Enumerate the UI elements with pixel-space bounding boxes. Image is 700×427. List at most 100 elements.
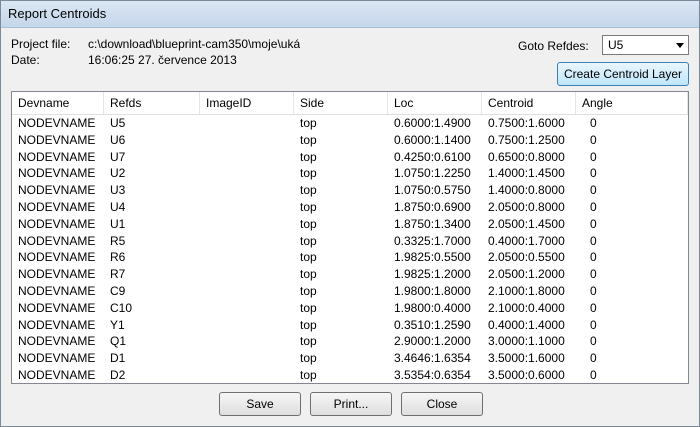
cell-loc: 0.6000:1.1400	[394, 132, 471, 147]
report-centroids-window: Report Centroids Project file: c:\downlo…	[0, 0, 700, 427]
project-file-value: c:\download\blueprint-cam350\moje\ukáz	[88, 37, 300, 51]
cell-centroid: 3.5000:1.6000	[488, 351, 565, 366]
cell-refds: U1	[110, 216, 126, 231]
cell-imageid	[206, 300, 294, 317]
table-row[interactable]: NODEVNAME U3 top 1.0750:0.5750 1.4000:0.8000…	[12, 182, 688, 199]
table-row[interactable]: NODEVNAME U5 top 0.6000:1.4900 0.7500:1.6000…	[12, 115, 688, 132]
column-header-imageid[interactable]: ImageID	[200, 92, 294, 114]
cell-refds: Q1	[110, 334, 127, 349]
cell-angle: 0	[590, 233, 597, 248]
cell-angle: 0	[590, 300, 597, 315]
cell-loc: 1.9800:1.8000	[394, 284, 471, 298]
column-header-refds[interactable]: Refds	[104, 92, 200, 114]
table-row[interactable]: NODEVNAME Q1 top 2.9000:1.2000 3.0000:1.1000…	[12, 333, 688, 350]
goto-refdes-value: U5	[608, 38, 624, 52]
cell-loc: 3.4646:1.6354	[394, 351, 471, 366]
cell-imageid	[206, 182, 294, 199]
column-header-loc[interactable]: Loc	[388, 92, 482, 114]
cell-refds: U3	[110, 183, 126, 198]
cell-centroid: 0.4000:1.7000	[488, 233, 565, 248]
cell-devname: NODEVNAME	[18, 250, 96, 265]
table-row[interactable]: NODEVNAME R7 top 1.9825:1.2000 2.0500:1.2000…	[12, 266, 688, 283]
table-row[interactable]: NODEVNAME U6 top 0.6000:1.1400 0.7500:1.2500…	[12, 132, 688, 149]
cell-devname: NODEVNAME	[18, 166, 96, 181]
column-header-angle[interactable]: Angle	[576, 92, 688, 114]
cell-refds: D2	[110, 368, 126, 382]
cell-angle: 0	[590, 116, 597, 130]
cell-loc: 1.8750:0.6900	[394, 200, 471, 214]
cell-side: top	[300, 132, 317, 147]
cell-loc: 2.9000:1.2000	[394, 334, 471, 349]
cell-devname: NODEVNAME	[18, 267, 96, 282]
cell-loc: 3.5354:0.6354	[394, 368, 471, 382]
chevron-down-icon[interactable]	[676, 43, 684, 48]
cell-imageid	[206, 266, 294, 283]
table-row[interactable]: NODEVNAME R6 top 1.9825:0.5500 2.0500:0.5500…	[12, 249, 688, 266]
cell-angle: 0	[590, 250, 597, 265]
cell-angle: 0	[590, 267, 597, 282]
cell-centroid: 3.0000:1.1000	[488, 334, 565, 349]
cell-side: top	[300, 149, 317, 164]
cell-loc: 0.4250:0.6100	[394, 149, 471, 164]
cell-angle: 0	[590, 216, 597, 231]
column-header-centroid[interactable]: Centroid	[482, 92, 576, 114]
table-row[interactable]: NODEVNAME C10 top 1.9800:0.4000 2.1000:0.400…	[12, 300, 688, 317]
cell-imageid	[206, 115, 294, 132]
cell-imageid	[206, 333, 294, 350]
table-row[interactable]: NODEVNAME R5 top 0.3325:1.7000 0.4000:1.7000…	[12, 233, 688, 250]
column-header-devname[interactable]: Devname	[12, 92, 104, 114]
table-row[interactable]: NODEVNAME C9 top 1.9800:1.8000 2.1000:1.8000…	[12, 283, 688, 300]
cell-imageid	[206, 233, 294, 250]
centroid-table[interactable]: Devname Refds ImageID Side Loc Centroid Angle …	[11, 91, 689, 384]
cell-devname: NODEVNAME	[18, 132, 96, 147]
table-row[interactable]: NODEVNAME Y1 top 0.3510:1.2590 0.4000:1.4000…	[12, 317, 688, 334]
cell-angle: 0	[590, 166, 597, 181]
cell-loc: 0.6000:1.4900	[394, 116, 471, 130]
cell-refds: D1	[110, 351, 126, 366]
cell-side: top	[300, 368, 317, 382]
goto-refdes-label: Goto Refdes:	[518, 39, 589, 53]
table-row[interactable]: NODEVNAME D2 top 3.5354:0.6354 3.5000:0.6000…	[12, 367, 688, 383]
close-button[interactable]: Close	[401, 392, 483, 416]
cell-side: top	[300, 334, 317, 349]
cell-imageid	[206, 132, 294, 149]
print-button[interactable]: Print...	[310, 392, 392, 416]
cell-centroid: 2.0500:1.4500	[488, 216, 565, 231]
cell-refds: U6	[110, 132, 126, 147]
cell-centroid: 1.4000:0.8000	[488, 183, 565, 198]
cell-side: top	[300, 116, 317, 130]
cell-side: top	[300, 351, 317, 366]
column-header-side[interactable]: Side	[294, 92, 388, 114]
cell-centroid: 0.4000:1.4000	[488, 317, 565, 332]
cell-centroid: 2.0500:1.2000	[488, 267, 565, 282]
cell-imageid	[206, 249, 294, 266]
cell-side: top	[300, 200, 317, 214]
cell-angle: 0	[590, 149, 597, 164]
cell-centroid: 2.1000:0.4000	[488, 300, 565, 315]
goto-refdes-select[interactable]: U5	[602, 35, 689, 55]
cell-imageid	[206, 317, 294, 334]
cell-side: top	[300, 216, 317, 231]
table-row[interactable]: NODEVNAME U4 top 1.8750:0.6900 2.0500:0.8000…	[12, 199, 688, 216]
table-row[interactable]: NODEVNAME U2 top 1.0750:1.2250 1.4000:1.4500…	[12, 165, 688, 182]
cell-devname: NODEVNAME	[18, 233, 96, 248]
cell-devname: NODEVNAME	[18, 300, 96, 315]
cell-refds: U2	[110, 166, 126, 181]
cell-angle: 0	[590, 200, 597, 214]
table-row[interactable]: NODEVNAME U1 top 1.8750:1.3400 2.0500:1.4500…	[12, 216, 688, 233]
save-button[interactable]: Save	[219, 392, 301, 416]
date-label: Date:	[11, 53, 40, 67]
title-bar[interactable]: Report Centroids	[1, 1, 699, 28]
cell-side: top	[300, 300, 317, 315]
create-centroid-layer-button[interactable]: Create Centroid Layer	[557, 62, 689, 86]
cell-imageid	[206, 199, 294, 216]
cell-angle: 0	[590, 317, 597, 332]
cell-devname: NODEVNAME	[18, 368, 96, 382]
cell-loc: 1.9825:0.5500	[394, 250, 471, 265]
cell-side: top	[300, 166, 317, 181]
cell-centroid: 0.7500:1.2500	[488, 132, 565, 147]
table-row[interactable]: NODEVNAME U7 top 0.4250:0.6100 0.6500:0.8000…	[12, 149, 688, 166]
table-row[interactable]: NODEVNAME D1 top 3.4646:1.6354 3.5000:1.6000…	[12, 350, 688, 367]
cell-side: top	[300, 233, 317, 248]
cell-devname: NODEVNAME	[18, 216, 96, 231]
